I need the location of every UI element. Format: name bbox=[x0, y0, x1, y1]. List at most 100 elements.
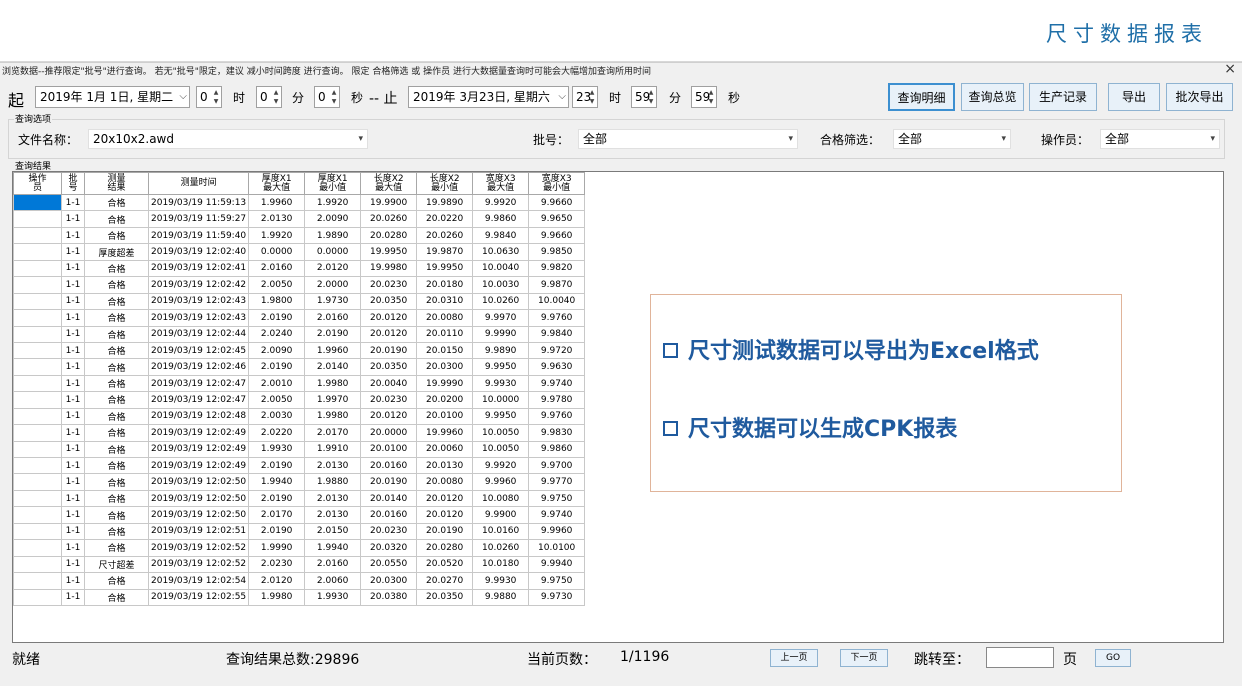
table-cell[interactable]: 厚度超差 bbox=[84, 243, 149, 261]
table-cell[interactable]: 9.9940 bbox=[528, 555, 586, 574]
table-cell[interactable]: 9.9930 bbox=[472, 572, 530, 590]
table-cell[interactable]: 1.9940 bbox=[248, 473, 306, 491]
table-cell[interactable]: 19.9890 bbox=[416, 193, 474, 212]
table-row[interactable]: 1-1 合格 2019/03/19 12:02:49 2.0190 2.0130 20.0… bbox=[13, 456, 586, 475]
table-cell[interactable]: 20.0350 bbox=[360, 292, 418, 311]
table-cell[interactable]: 20.0230 bbox=[360, 522, 418, 541]
table-cell[interactable]: 1.9730 bbox=[304, 292, 362, 311]
table-row[interactable]: 1-1 合格 2019/03/19 12:02:41 2.0160 2.0120 19.9… bbox=[13, 259, 586, 278]
table-cell[interactable]: 20.0350 bbox=[360, 358, 418, 376]
start-date-picker[interactable]: 2019年 1月 1日, 星期二 ⌵ bbox=[35, 86, 190, 108]
table-cell[interactable] bbox=[13, 456, 62, 475]
table-cell[interactable]: 2019/03/19 12:02:55 bbox=[147, 588, 250, 606]
table-row[interactable]: 1-1 合格 2019/03/19 12:02:48 2.0030 1.9980 20.0… bbox=[13, 407, 586, 426]
table-cell[interactable]: 10.0030 bbox=[472, 276, 530, 294]
table-cell[interactable]: 1.9960 bbox=[248, 193, 306, 212]
table-cell[interactable]: 1-1 bbox=[61, 374, 85, 393]
table-cell[interactable]: 合格 bbox=[84, 259, 149, 278]
jump-page-input[interactable] bbox=[986, 647, 1054, 668]
table-cell[interactable]: 20.0130 bbox=[416, 456, 474, 475]
table-cell[interactable]: 合格 bbox=[84, 522, 149, 541]
table-cell[interactable]: 1-1 bbox=[61, 276, 85, 294]
table-cell[interactable]: 合格 bbox=[84, 210, 149, 228]
table-cell[interactable]: 合格 bbox=[84, 292, 149, 311]
table-cell[interactable]: 1-1 bbox=[61, 243, 85, 261]
table-cell[interactable]: 合格 bbox=[84, 539, 149, 557]
close-icon[interactable]: × bbox=[1224, 61, 1236, 77]
table-cell[interactable] bbox=[13, 341, 62, 360]
table-cell[interactable]: 2019/03/19 12:02:41 bbox=[147, 259, 250, 278]
table-cell[interactable]: 2019/03/19 12:02:47 bbox=[147, 374, 250, 393]
table-cell[interactable]: 2.0240 bbox=[248, 325, 306, 343]
table-cell[interactable]: 20.0230 bbox=[360, 391, 418, 409]
table-row[interactable]: 1-1 尺寸超差 2019/03/19 12:02:52 2.0230 2.0160 20… bbox=[13, 555, 586, 574]
table-cell[interactable]: 1.9930 bbox=[248, 440, 306, 459]
table-cell[interactable] bbox=[13, 473, 62, 491]
table-cell[interactable]: 2.0050 bbox=[248, 391, 306, 409]
spinner-arrows-icon[interactable]: ▲ ▼ bbox=[330, 88, 338, 106]
table-cell[interactable]: 合格 bbox=[84, 424, 149, 442]
end-minute-stepper[interactable]: 59 ▲ ▼ bbox=[631, 86, 657, 108]
spinner-arrows-icon[interactable]: ▲ ▼ bbox=[272, 88, 280, 106]
file-name-select[interactable]: 20x10x2.awd ▾ bbox=[88, 129, 368, 149]
table-cell[interactable]: 2019/03/19 12:02:43 bbox=[147, 292, 250, 311]
table-cell[interactable]: 2.0010 bbox=[248, 374, 306, 393]
export-button[interactable]: 导出 bbox=[1108, 83, 1160, 111]
table-cell[interactable]: 19.9950 bbox=[416, 259, 474, 278]
table-row[interactable]: 1-1 厚度超差 2019/03/19 12:02:40 0.0000 0.0000 19… bbox=[13, 243, 586, 261]
table-cell[interactable]: 2019/03/19 12:02:49 bbox=[147, 440, 250, 459]
table-cell[interactable]: 9.9840 bbox=[472, 226, 530, 245]
table-cell[interactable]: 20.0300 bbox=[360, 572, 418, 590]
table-cell[interactable]: 9.9750 bbox=[528, 572, 586, 590]
table-cell[interactable]: 9.9860 bbox=[472, 210, 530, 228]
table-cell[interactable]: 2019/03/19 12:02:40 bbox=[147, 243, 250, 261]
table-cell[interactable]: 1.9960 bbox=[304, 341, 362, 360]
table-cell[interactable]: 9.9900 bbox=[472, 506, 530, 524]
table-cell[interactable]: 10.0260 bbox=[472, 292, 530, 311]
table-cell[interactable]: 2.0170 bbox=[304, 424, 362, 442]
go-button[interactable]: GO bbox=[1095, 649, 1131, 667]
table-cell[interactable]: 2.0230 bbox=[248, 555, 306, 574]
table-cell[interactable] bbox=[13, 407, 62, 426]
table-cell[interactable]: 9.9630 bbox=[528, 358, 586, 376]
table-cell[interactable]: 2019/03/19 11:59:13 bbox=[147, 193, 250, 212]
spinner-arrows-icon[interactable]: ▲ ▼ bbox=[707, 88, 715, 106]
table-cell[interactable]: 合格 bbox=[84, 374, 149, 393]
table-row[interactable]: 1-1 合格 2019/03/19 12:02:50 2.0170 2.0130 20.0… bbox=[13, 506, 586, 524]
table-cell[interactable]: 1-1 bbox=[61, 407, 85, 426]
table-cell[interactable]: 20.0120 bbox=[360, 325, 418, 343]
table-cell[interactable]: 10.0180 bbox=[472, 555, 530, 574]
table-cell[interactable]: 1.9890 bbox=[304, 226, 362, 245]
table-cell[interactable]: 2019/03/19 12:02:44 bbox=[147, 325, 250, 343]
table-cell[interactable]: 9.9840 bbox=[528, 325, 586, 343]
table-cell[interactable]: 10.0630 bbox=[472, 243, 530, 261]
table-cell[interactable]: 2.0050 bbox=[248, 276, 306, 294]
table-cell[interactable]: 19.9980 bbox=[360, 259, 418, 278]
table-cell[interactable] bbox=[13, 193, 62, 212]
table-cell[interactable]: 合格 bbox=[84, 489, 149, 508]
table-cell[interactable]: 1-1 bbox=[61, 292, 85, 311]
table-cell[interactable]: 20.0140 bbox=[360, 489, 418, 508]
table-cell[interactable]: 合格 bbox=[84, 226, 149, 245]
table-cell[interactable]: 2019/03/19 12:02:50 bbox=[147, 489, 250, 508]
end-date-picker[interactable]: 2019年 3月23日, 星期六 ⌵ bbox=[408, 86, 569, 108]
table-cell[interactable]: 1-1 bbox=[61, 489, 85, 508]
table-cell[interactable]: 20.0080 bbox=[416, 473, 474, 491]
table-cell[interactable]: 2019/03/19 12:02:48 bbox=[147, 407, 250, 426]
table-cell[interactable]: 20.0180 bbox=[416, 276, 474, 294]
table-cell[interactable]: 20.0100 bbox=[416, 407, 474, 426]
table-cell[interactable]: 20.0270 bbox=[416, 572, 474, 590]
table-cell[interactable]: 1.9880 bbox=[304, 473, 362, 491]
table-cell[interactable]: 1.9910 bbox=[304, 440, 362, 459]
table-cell[interactable]: 2019/03/19 12:02:45 bbox=[147, 341, 250, 360]
table-cell[interactable]: 合格 bbox=[84, 276, 149, 294]
table-cell[interactable]: 9.9890 bbox=[472, 341, 530, 360]
table-cell[interactable]: 20.0550 bbox=[360, 555, 418, 574]
table-cell[interactable] bbox=[13, 374, 62, 393]
table-cell[interactable]: 20.0080 bbox=[416, 309, 474, 327]
table-cell[interactable]: 20.0260 bbox=[416, 226, 474, 245]
table-cell[interactable]: 10.0260 bbox=[472, 539, 530, 557]
table-cell[interactable]: 2019/03/19 12:02:46 bbox=[147, 358, 250, 376]
table-row[interactable]: 1-1 合格 2019/03/19 12:02:55 1.9980 1.9930 20.0… bbox=[13, 588, 586, 606]
table-cell[interactable] bbox=[13, 358, 62, 376]
